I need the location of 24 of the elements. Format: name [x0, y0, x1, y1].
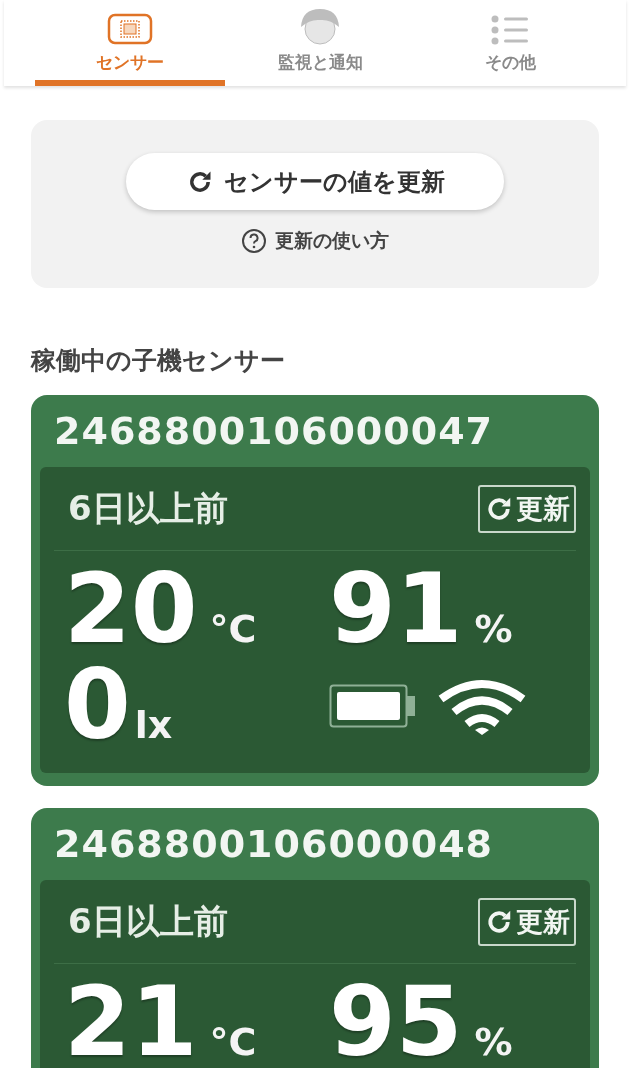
temperature-unit: °C [209, 1020, 257, 1064]
help-icon [241, 228, 267, 254]
help-link[interactable]: 更新の使い方 [241, 228, 389, 254]
sensor-id: 2468800106000047 [53, 408, 495, 455]
illuminance-unit: lx [134, 703, 173, 747]
battery-icon [329, 684, 417, 728]
humidity-unit: % [474, 607, 513, 651]
list-icon [490, 15, 530, 45]
humidity-unit: % [474, 1020, 513, 1064]
illuminance-value: 0 [64, 657, 131, 753]
temperature-value: 20 [64, 561, 198, 657]
update-button[interactable]: 更新 [478, 484, 576, 533]
last-updated: 6日以上前 [67, 899, 228, 943]
chip-icon [107, 13, 153, 45]
refresh-sensors-button[interactable]: センサーの値を更新 [126, 153, 504, 210]
humidity-value: 95 [329, 974, 463, 1068]
temperature-unit: °C [209, 607, 257, 651]
temperature-value: 21 [64, 974, 198, 1068]
last-updated: 6日以上前 [67, 486, 228, 530]
wifi-icon [437, 677, 527, 735]
sensor-id: 2468800106000048 [53, 821, 495, 868]
section-title: 稼働中の子機センサー [31, 345, 286, 377]
update-button[interactable]: 更新 [478, 897, 576, 946]
humidity-value: 91 [329, 561, 463, 657]
